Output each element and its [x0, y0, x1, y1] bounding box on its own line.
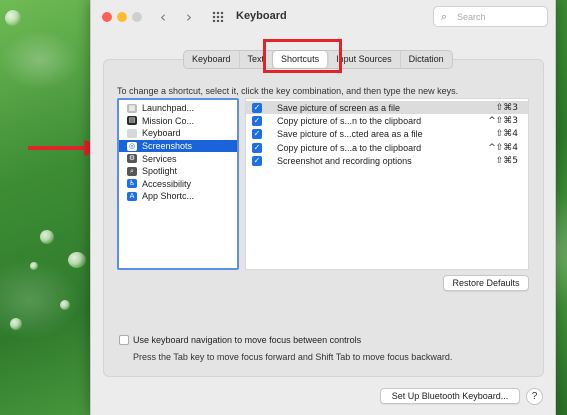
- shortcut-label: Save picture of s...cted area as a file: [277, 129, 423, 140]
- shortcut-keys[interactable]: ^⇧⌘3: [488, 116, 518, 126]
- screenshots-icon: ◎: [127, 141, 137, 151]
- zoom-window-button[interactable]: [132, 12, 142, 22]
- instructions-text: To change a shortcut, select it, click t…: [117, 86, 459, 96]
- shortcut-label: Save picture of screen as a file: [277, 102, 401, 113]
- shortcut-checkbox[interactable]: ✓: [252, 142, 262, 153]
- shortcut-label: Copy picture of s...a to the clipboard: [277, 142, 422, 153]
- red-highlight-box: [263, 39, 342, 73]
- shortcut-row[interactable]: ✓ Screenshot and recording options ⇧⌘5: [246, 155, 528, 168]
- shortcut-keys[interactable]: ⇧⌘3: [496, 103, 518, 113]
- water-drop: [40, 230, 54, 244]
- shortcut-checkbox[interactable]: ✓: [252, 116, 262, 127]
- shortcut-checkbox[interactable]: ✓: [252, 129, 262, 140]
- category-item-app-shortcuts[interactable]: A App Shortc...: [119, 190, 237, 203]
- close-window-button[interactable]: [102, 12, 112, 22]
- category-label: Mission Co...: [142, 115, 195, 126]
- restore-defaults-button[interactable]: Restore Defaults: [443, 275, 529, 291]
- shortcut-keys[interactable]: ⇧⌘4: [496, 129, 518, 139]
- category-label: Keyboard: [142, 128, 181, 139]
- tab-dictation[interactable]: Dictation: [401, 51, 452, 68]
- water-drop: [30, 262, 38, 270]
- back-chevron-icon[interactable]: ‹: [160, 8, 166, 26]
- spotlight-icon: ⌕: [127, 166, 137, 176]
- launchpad-icon: ▦: [127, 103, 137, 113]
- water-drop: [5, 10, 21, 26]
- category-list[interactable]: ▦ Launchpad... ▤ Mission Co... Keyboard …: [117, 98, 239, 270]
- app-shortcuts-icon: A: [127, 191, 137, 201]
- tab-keyboard[interactable]: Keyboard: [184, 51, 240, 68]
- shortcut-keys[interactable]: ^⇧⌘4: [488, 143, 518, 153]
- shortcut-label: Copy picture of s...n to the clipboard: [277, 116, 422, 127]
- category-label: Screenshots: [142, 141, 193, 152]
- category-label: Services: [142, 153, 177, 164]
- category-label: App Shortc...: [142, 191, 195, 202]
- keyboard-navigation-hint: Press the Tab key to move focus forward …: [133, 352, 453, 362]
- keyboard-navigation-checkbox[interactable]: [119, 335, 129, 345]
- category-label: Accessibility: [142, 178, 192, 189]
- category-item-keyboard[interactable]: Keyboard: [119, 127, 237, 140]
- search-icon: ⌕: [441, 10, 448, 23]
- shortcut-row[interactable]: ✓ Copy picture of s...n to the clipboard…: [246, 114, 528, 127]
- water-drop: [60, 300, 70, 310]
- shortcut-checkbox[interactable]: ✓: [252, 156, 262, 167]
- category-item-services[interactable]: ⚙ Services: [119, 152, 237, 165]
- category-item-mission-control[interactable]: ▤ Mission Co...: [119, 115, 237, 128]
- category-label: Spotlight: [142, 166, 178, 177]
- keyboard-preferences-window: ‹ › Keyboard ⌕ Search Keyboard Text Shor…: [90, 0, 556, 415]
- search-field[interactable]: ⌕ Search: [433, 6, 548, 27]
- category-label: Launchpad...: [142, 103, 195, 114]
- keyboard-icon: [127, 128, 137, 138]
- minimize-window-button[interactable]: [117, 12, 127, 22]
- setup-bluetooth-keyboard-button[interactable]: Set Up Bluetooth Keyboard...: [380, 388, 520, 404]
- shortcut-checkbox[interactable]: ✓: [252, 102, 262, 113]
- water-drop: [68, 252, 86, 268]
- shortcut-keys[interactable]: ⇧⌘5: [496, 156, 518, 166]
- shortcut-list[interactable]: ✓ Save picture of screen as a file ⇧⌘3 ✓…: [245, 98, 529, 270]
- mission-control-icon: ▤: [127, 116, 137, 126]
- keyboard-navigation-label: Use keyboard navigation to move focus be…: [133, 335, 362, 345]
- category-item-spotlight[interactable]: ⌕ Spotlight: [119, 165, 237, 178]
- shortcut-row[interactable]: ✓ Save picture of s...cted area as a fil…: [246, 128, 528, 141]
- services-icon: ⚙: [127, 154, 137, 164]
- water-drop: [10, 318, 22, 330]
- title-bar: ‹ › Keyboard ⌕ Search: [91, 0, 555, 34]
- forward-chevron-icon[interactable]: ›: [186, 8, 192, 26]
- help-button[interactable]: ?: [526, 388, 543, 405]
- shortcut-row[interactable]: ✓ Copy picture of s...a to the clipboard…: [246, 141, 528, 154]
- search-placeholder: Search: [457, 12, 486, 22]
- window-title: Keyboard: [236, 10, 287, 22]
- category-item-screenshots[interactable]: ◎ Screenshots: [119, 139, 237, 153]
- category-item-launchpad[interactable]: ▦ Launchpad...: [119, 102, 237, 115]
- show-all-grid-icon[interactable]: [212, 11, 224, 22]
- shortcut-row[interactable]: ✓ Save picture of screen as a file ⇧⌘3: [246, 101, 528, 115]
- category-item-accessibility[interactable]: ♿ Accessibility: [119, 178, 237, 191]
- shortcut-label: Screenshot and recording options: [277, 156, 412, 167]
- accessibility-icon: ♿: [127, 179, 137, 189]
